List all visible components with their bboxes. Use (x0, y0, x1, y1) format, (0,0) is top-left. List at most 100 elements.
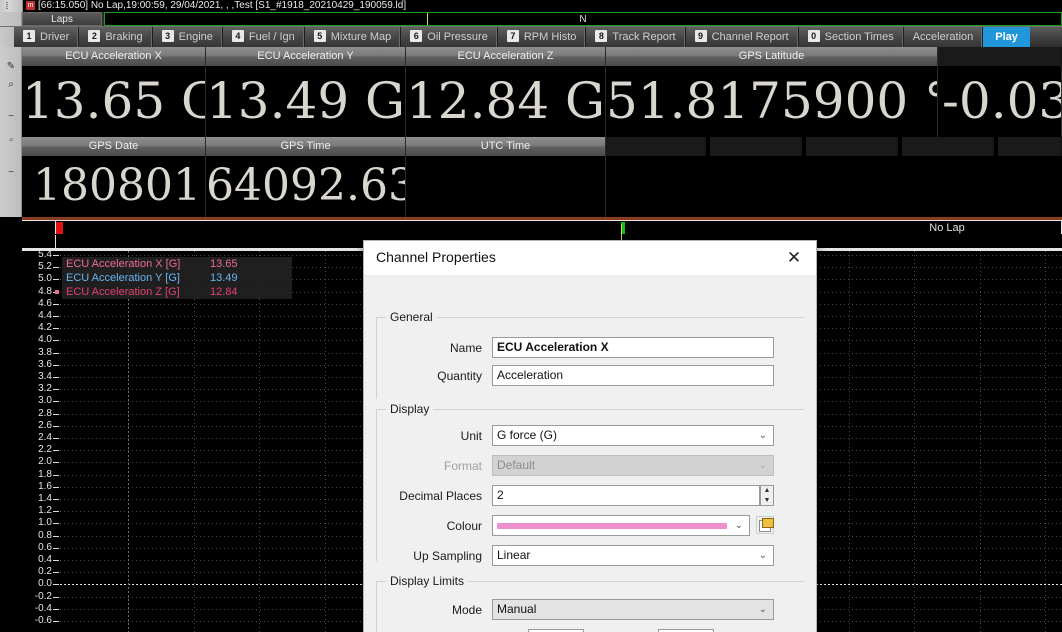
gauge-blank-3[interactable] (806, 137, 898, 217)
tab-number: 2 (88, 30, 101, 42)
chevron-down-icon: ⌄ (758, 604, 767, 615)
tab-engine[interactable]: 3 Engine (152, 27, 223, 48)
y-axis-tick-mark (53, 364, 59, 366)
y-axis-tick-label: 3.0 (38, 395, 52, 407)
gauge-row-1: ECU Acceleration X 13.65 G ECU Accelerat… (0, 47, 1062, 137)
window-grip[interactable] (0, 0, 23, 12)
tab-fuel-ign[interactable]: 4 Fuel / Ign (222, 27, 305, 48)
tab-label: Engine (178, 31, 213, 43)
quantity-field[interactable]: Acceleration (492, 365, 774, 386)
laps-track[interactable]: N (104, 12, 1062, 26)
y-axis-tick-mark (53, 462, 59, 464)
tab-section-times[interactable]: 0 Section Times (798, 27, 904, 48)
y-axis-tick-label: 3.4 (38, 371, 52, 382)
gauge-gps-date[interactable]: GPS Date 180801 (22, 137, 206, 217)
gauge-ecu-acceleration-x[interactable]: ECU Acceleration X 13.65 G (22, 47, 206, 137)
y-axis-tick-label: 4.4 (38, 310, 52, 321)
gauge-ecu-acceleration-z[interactable]: ECU Acceleration Z 12.84 G (406, 47, 606, 137)
tab-number: 3 (161, 30, 174, 42)
tab-number: 9 (694, 30, 707, 42)
tab-number: 1 (23, 30, 35, 42)
gauge-title: UTC Time (406, 137, 606, 156)
close-icon[interactable]: ✕ (776, 245, 812, 271)
unit-select[interactable]: G force (G) ⌄ (492, 425, 774, 446)
y-axis-tick-label: 0.8 (38, 529, 52, 541)
decimal-places-field[interactable]: 2 (492, 485, 760, 506)
up-sampling-select[interactable]: Linear ⌄ (492, 545, 774, 566)
y-axis-tick-label: 1.8 (38, 468, 52, 480)
decimal-places-stepper[interactable]: ▲ ▼ (760, 485, 774, 506)
y-axis-tick-mark (53, 389, 59, 391)
unit-value: G force (G) (497, 428, 558, 442)
chart-legend: ECU Acceleration X [G] 13.65 ECU Acceler… (55, 257, 292, 299)
legend-item[interactable]: ECU Acceleration Y [G] 13.49 (62, 271, 292, 285)
gauge-gps-latitude[interactable]: GPS Latitude 51.8175900 ° (606, 47, 938, 137)
channel-properties-dialog[interactable]: Channel Properties ✕ General Name ECU Ac… (363, 240, 817, 632)
gauge-gps-time[interactable]: GPS Time 64092.630 s (206, 137, 406, 217)
vertical-gridline (325, 251, 326, 632)
y-axis-tick-mark (53, 401, 59, 403)
gauge-title (606, 137, 706, 156)
gauge-ecu-acceleration-y[interactable]: ECU Acceleration Y 13.49 G (206, 47, 406, 137)
gauge-utc-time[interactable]: UTC Time (406, 137, 606, 217)
start-marker[interactable] (56, 222, 63, 234)
gauge-value: 12.84 G (406, 66, 606, 137)
y-axis-tick-label: 3.8 (38, 346, 52, 358)
y-axis-tick-label: 2.8 (38, 407, 52, 419)
tab-bar-gutter (0, 27, 14, 48)
mode-value: Manual (497, 602, 537, 616)
tab-label: Section Times (824, 31, 894, 43)
colour-picker-button[interactable] (756, 516, 774, 534)
y-axis-tick-label: 3.2 (38, 383, 52, 395)
y-axis-tick-mark (53, 535, 59, 537)
vertical-gridline (194, 251, 195, 632)
mode-select[interactable]: Manual ⌄ (492, 599, 774, 620)
tab-driver[interactable]: 1 Driver (14, 27, 80, 48)
tab-label: Track Report (612, 31, 676, 43)
tab-track-report[interactable]: 8 Track Report (586, 27, 686, 48)
tab-play[interactable]: Play (983, 27, 1030, 48)
vertical-gridline (914, 251, 915, 632)
tab-oil-pressure[interactable]: 6 Oil Pressure (401, 27, 498, 48)
gauge-blank-5[interactable] (998, 137, 1062, 217)
gauge-blank-4[interactable] (902, 137, 994, 217)
y-axis-tick-mark (53, 425, 59, 427)
gauge-title (938, 47, 1062, 66)
legend-item[interactable]: ECU Acceleration X [G] 13.65 (62, 257, 292, 271)
tab-acceleration[interactable]: Acceleration (903, 27, 984, 48)
y-axis-tick-mark (53, 523, 59, 525)
legend-value: 12.84 (210, 286, 238, 298)
y-axis-tick-label: 1.0 (38, 517, 52, 529)
y-axis-tick-mark (53, 499, 59, 500)
name-field[interactable]: ECU Acceleration X (492, 337, 774, 358)
laps-marker-n: N (579, 14, 587, 25)
gauge-blank-1[interactable] (606, 137, 706, 217)
y-axis-tick-label: 0.4 (38, 554, 52, 565)
chevron-down-icon: ⌄ (758, 550, 767, 561)
gauge-blank-2[interactable] (710, 137, 802, 217)
gauge-title (902, 137, 994, 156)
chart-y-axis: 5.4 5.2 5.0 4.8 4.6 4.4 4.2 4.0 3.8 3.6 3.4 3.2 3.0 2… (22, 251, 60, 632)
stepper-up-icon[interactable]: ▲ (761, 486, 773, 495)
group-label: General (386, 310, 437, 324)
legend-value: 13.65 (210, 258, 238, 270)
tab-braking[interactable]: 2 Braking (79, 27, 153, 48)
tab-rpm-histo[interactable]: 7 RPM Histo (497, 27, 587, 48)
laps-label[interactable]: Laps (22, 12, 102, 26)
tab-channel-report[interactable]: 9 Channel Report (685, 27, 799, 48)
y-axis-tick-mark (53, 560, 59, 561)
stepper-down-icon[interactable]: ▼ (761, 496, 773, 505)
gauge-value: 180801 (22, 156, 206, 217)
tab-mixture-map[interactable]: 5 Mixture Map (304, 27, 402, 48)
colour-select[interactable]: ⌄ (492, 515, 750, 536)
gauge-gps-longitude[interactable]: -0.03 (938, 47, 1062, 137)
legend-item[interactable]: ECU Acceleration Z [G] 12.84 (55, 285, 292, 299)
gauge-panel: ECU Acceleration X 13.65 G ECU Accelerat… (0, 47, 1062, 217)
group-border-top (376, 409, 804, 410)
tab-label: Driver (40, 31, 70, 43)
y-axis-tick-mark (53, 352, 59, 354)
y-axis-tick-mark (53, 255, 59, 256)
tab-label: RPM Histo (523, 31, 577, 43)
gauge-value (406, 156, 606, 217)
y-axis-tick-label: 4.2 (38, 322, 52, 334)
